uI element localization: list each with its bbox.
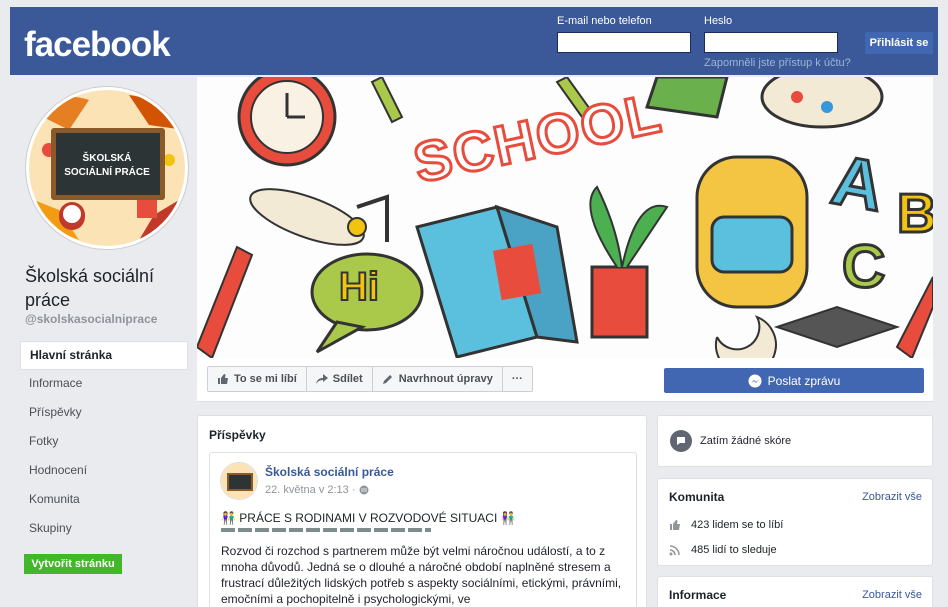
suggest-edits-label: Navrhnout úpravy (398, 373, 493, 385)
community-likes-count: 423 lidem se to líbí (691, 519, 784, 531)
thumbs-up-icon (670, 520, 680, 530)
create-page-button[interactable]: Vytvořit stránku (24, 554, 122, 574)
rss-follow-icon (669, 545, 680, 556)
community-title: Komunita (669, 490, 725, 504)
info-card: Informace Zobrazit vše (657, 576, 933, 607)
nav-item-home[interactable]: Hlavní stránka (20, 341, 188, 370)
facebook-logo[interactable]: facebook (24, 25, 171, 65)
svg-text:C: C (842, 233, 885, 300)
rating-card: Zatím žádné skóre (657, 415, 933, 467)
cover-photo[interactable]: A C B SCHOOL Hi (197, 77, 933, 358)
post-author-avatar[interactable] (220, 462, 258, 500)
thumbs-up-icon (218, 374, 228, 384)
post-author-name[interactable]: Školská sociální práce (265, 465, 394, 479)
info-see-all-link[interactable]: Zobrazit vše (862, 589, 922, 601)
share-button-label: Sdílet (332, 373, 363, 385)
action-buttons-group: To se mi líbí Sdílet Navrhnout úpravy ··… (207, 366, 533, 392)
forgot-password-link[interactable]: Zapomněli jste přístup k účtu? (704, 57, 851, 69)
share-arrow-icon (315, 374, 328, 384)
nav-item-about[interactable]: Informace (20, 370, 188, 399)
password-label: Heslo (704, 15, 733, 27)
like-button[interactable]: To se mi líbí (208, 367, 307, 391)
page-name[interactable]: Školská sociální práce (25, 264, 190, 312)
email-input[interactable] (557, 32, 691, 53)
nav-item-groups[interactable]: Skupiny (20, 515, 188, 544)
send-message-button[interactable]: Poslat zprávu (664, 368, 924, 393)
page-avatar[interactable]: ŠKOLSKÁ SOCIÁLNÍ PRÁCE (26, 87, 188, 249)
nav-item-posts[interactable]: Příspěvky (20, 399, 188, 428)
post-meta: 22. května v 2:13 · (265, 484, 369, 496)
post-headline: 👫 PRÁCE S RODINAMI V ROZVODOVÉ SITUACI 👫 (221, 511, 516, 525)
globe-icon (359, 485, 368, 495)
community-follows-count: 485 lidí to sleduje (691, 544, 777, 556)
send-message-label: Poslat zprávu (767, 373, 841, 388)
left-navigation: Hlavní stránka Informace Příspěvky Fotky… (20, 341, 188, 544)
post-item: Školská sociální práce 22. května v 2:13… (209, 452, 637, 607)
post-body: Rozvod či rozchod s partnerem může být v… (221, 544, 622, 606)
like-button-label: To se mi líbí (234, 373, 297, 385)
svg-text:B: B (897, 182, 933, 244)
post-date[interactable]: 22. května v 2:13 · (265, 484, 356, 496)
page-handle: @skolskasocialniprace (25, 312, 158, 326)
community-see-all-link[interactable]: Zobrazit vše (862, 491, 922, 503)
posts-title: Příspěvky (209, 428, 266, 442)
login-button[interactable]: Přihlásit se (865, 32, 933, 54)
top-bar: facebook E-mail nebo telefon Heslo Zapom… (10, 7, 938, 75)
nav-item-community[interactable]: Komunita (20, 486, 188, 515)
community-card: Komunita Zobrazit vše 423 lidem se to lí… (657, 478, 933, 566)
posts-section: Příspěvky Školská sociální práce 22. kvě… (197, 415, 647, 607)
post-divider-dashes (221, 528, 431, 532)
cover-word-hi: Hi (338, 264, 380, 310)
password-input[interactable] (704, 32, 838, 53)
community-follows-row: 485 lidí to sleduje (669, 544, 777, 556)
rating-text: Zatím žádné skóre (700, 435, 792, 447)
email-label: E-mail nebo telefon (557, 15, 652, 27)
community-likes-row: 423 lidem se to líbí (669, 519, 783, 531)
avatar-text: ŠKOLSKÁ SOCIÁLNÍ PRÁCE (64, 153, 150, 178)
pencil-icon (382, 375, 392, 384)
post-avatar-image (221, 463, 257, 499)
page-action-bar: To se mi líbí Sdílet Navrhnout úpravy ··… (197, 358, 933, 402)
suggest-edits-button[interactable]: Navrhnout úpravy (373, 367, 503, 391)
more-dots-icon: ··· (511, 373, 523, 385)
more-options-button[interactable]: ··· (503, 367, 532, 391)
share-button[interactable]: Sdílet (307, 367, 373, 391)
info-title: Informace (669, 588, 727, 602)
messenger-icon (748, 374, 762, 387)
review-bubble-icon (670, 430, 692, 452)
nav-item-photos[interactable]: Fotky (20, 428, 188, 457)
nav-item-reviews[interactable]: Hodnocení (20, 457, 188, 486)
